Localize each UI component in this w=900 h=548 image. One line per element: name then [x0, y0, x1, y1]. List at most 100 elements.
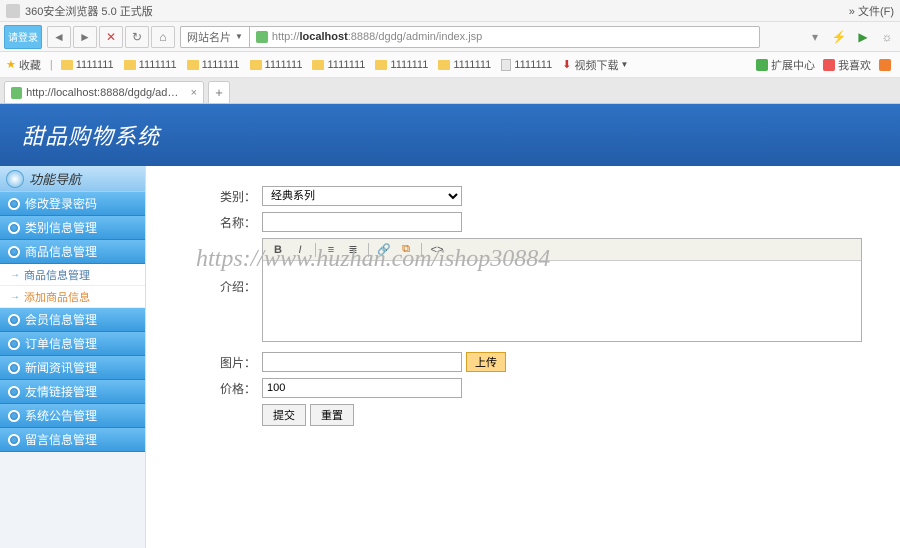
sidebar-item-order[interactable]: 订单信息管理	[0, 332, 145, 356]
address-bar-wrap: 网站名片 ▼ http:// localhost :8888/dgdg/admi…	[180, 26, 760, 48]
separator: |	[50, 59, 53, 71]
back-button[interactable]: ◄	[47, 26, 71, 48]
avatar-icon	[6, 4, 20, 18]
select-category[interactable]: 经典系列	[262, 186, 462, 206]
ext-like[interactable]: 我喜欢	[823, 57, 871, 73]
link-button[interactable]: 🔗	[375, 242, 393, 258]
label-name: 名称：	[196, 214, 256, 231]
sidebar-item-news[interactable]: 新闻资讯管理	[0, 356, 145, 380]
sidebar-sub-goods-add[interactable]: →添加商品信息	[0, 286, 145, 308]
sidebar-sub-goods-manage[interactable]: → 商品信息管理	[0, 264, 145, 286]
chevron-down-icon[interactable]: ▾	[806, 28, 824, 46]
form-row-category: 类别： 经典系列	[146, 186, 900, 206]
bookmark-label: 1111111	[265, 59, 303, 71]
form-row-image: 图片： 上传	[146, 352, 900, 372]
forward-button[interactable]: ►	[73, 26, 97, 48]
folder-icon	[250, 60, 262, 70]
bullet-icon	[8, 198, 20, 210]
sidebar-item-member[interactable]: 会员信息管理	[0, 308, 145, 332]
url-pre: http://	[272, 31, 300, 43]
unordered-list-button[interactable]: ≣	[344, 242, 362, 258]
bookmark-page[interactable]: 1111111	[501, 59, 552, 71]
sidebar-item-link[interactable]: 友情链接管理	[0, 380, 145, 404]
bookmark-label: 1111111	[76, 59, 114, 71]
favorites-label[interactable]: 收藏	[19, 57, 41, 73]
url-security-badge[interactable]: 网站名片 ▼	[180, 26, 250, 48]
label-price: 价格：	[196, 380, 256, 397]
reload-button[interactable]: ↻	[125, 26, 149, 48]
sidebar-item-label: 系统公告管理	[25, 407, 97, 424]
bullet-icon	[8, 410, 20, 422]
chevron-down-icon: ▼	[620, 60, 628, 69]
folder-icon	[438, 60, 450, 70]
folder-icon	[61, 60, 73, 70]
bookmark-label: 1111111	[139, 59, 177, 71]
tab-strip: http://localhost:8888/dgdg/admin.... × +	[0, 78, 900, 104]
arrow-icon: →	[10, 269, 20, 280]
home-button[interactable]: ⌂	[151, 26, 175, 48]
address-bar[interactable]: http:// localhost :8888/dgdg/admin/index…	[250, 26, 760, 48]
bookmarks-bar: ★ 收藏 | 1111111 1111111 1111111 1111111 1…	[0, 52, 900, 78]
browser-title: 360安全浏览器 5.0 正式版	[25, 3, 849, 19]
sidebar-item-password[interactable]: 修改登录密码	[0, 192, 145, 216]
input-image[interactable]	[262, 352, 462, 372]
sidebar-item-label: 友情链接管理	[25, 383, 97, 400]
bold-button[interactable]: B	[269, 242, 287, 258]
login-button[interactable]: 请登录	[4, 25, 42, 49]
new-tab-button[interactable]: +	[208, 81, 230, 103]
bookmark-folder[interactable]: 1111111	[61, 59, 114, 71]
bookmark-folder[interactable]: 1111111	[438, 59, 491, 71]
bookmark-video[interactable]: ⬇视频下载▼	[562, 57, 628, 73]
sidebar-item-goods[interactable]: 商品信息管理	[0, 240, 145, 264]
separator	[421, 243, 422, 257]
url-host: localhost	[299, 31, 347, 43]
editor-body[interactable]	[263, 261, 861, 341]
go-button[interactable]: ▶	[854, 28, 872, 46]
site-icon	[256, 31, 268, 43]
rich-editor: B I ≡ ≣ 🔗 ⧉ <>	[262, 238, 862, 342]
bookmark-folder[interactable]: 1111111	[250, 59, 303, 71]
editor-toolbar: B I ≡ ≣ 🔗 ⧉ <>	[263, 239, 861, 261]
settings-icon[interactable]: ☼	[878, 28, 896, 46]
menu-file[interactable]: » 文件(F)	[849, 3, 894, 19]
sidebar-item-category[interactable]: 类别信息管理	[0, 216, 145, 240]
bookmark-folder[interactable]: 1111111	[312, 59, 365, 71]
browser-tab[interactable]: http://localhost:8888/dgdg/admin.... ×	[4, 81, 204, 103]
bookmark-folder[interactable]: 1111111	[375, 59, 428, 71]
input-name[interactable]	[262, 212, 462, 232]
sidebar-item-message[interactable]: 留言信息管理	[0, 428, 145, 452]
lightning-icon[interactable]: ⚡	[830, 28, 848, 46]
reset-button[interactable]: 重置	[310, 404, 354, 426]
bookmark-folder[interactable]: 1111111	[124, 59, 177, 71]
folder-icon	[375, 60, 387, 70]
bullet-icon	[8, 434, 20, 446]
source-button[interactable]: <>	[428, 242, 446, 258]
bookmark-folder[interactable]: 1111111	[187, 59, 240, 71]
page-icon	[501, 59, 511, 71]
workspace: 功能导航 修改登录密码 类别信息管理 商品信息管理 →商品信息管理 →添加商品信…	[0, 166, 900, 548]
sidebar-item-label: 留言信息管理	[25, 431, 97, 448]
italic-button[interactable]: I	[291, 242, 309, 258]
upload-button[interactable]: 上传	[466, 352, 506, 372]
submit-button[interactable]: 提交	[262, 404, 306, 426]
bookmark-label: 视频下载	[574, 57, 618, 73]
sidebar-item-label: 修改登录密码	[25, 195, 97, 212]
ordered-list-button[interactable]: ≡	[322, 242, 340, 258]
sidebar-sub-label: 商品信息管理	[24, 267, 90, 283]
input-price[interactable]	[262, 378, 462, 398]
app-title: 甜品购物系统	[22, 119, 160, 151]
sidebar: 功能导航 修改登录密码 类别信息管理 商品信息管理 →商品信息管理 →添加商品信…	[0, 166, 146, 548]
form-row-intro: 介绍： B I ≡ ≣ 🔗 ⧉ <>	[146, 238, 900, 342]
bookmark-label: 1111111	[327, 59, 365, 71]
close-icon[interactable]: ×	[191, 87, 197, 99]
stop-button[interactable]: ✕	[99, 26, 123, 48]
ext-hand[interactable]	[879, 57, 894, 73]
folder-icon	[124, 60, 136, 70]
sidebar-item-label: 订单信息管理	[25, 335, 97, 352]
ext-center[interactable]: 扩展中心	[756, 57, 815, 73]
sidebar-item-notice[interactable]: 系统公告管理	[0, 404, 145, 428]
ext-label: 扩展中心	[771, 57, 815, 73]
form-row-name: 名称：	[146, 212, 900, 232]
bookmark-label: 1111111	[202, 59, 240, 71]
image-button[interactable]: ⧉	[397, 242, 415, 258]
